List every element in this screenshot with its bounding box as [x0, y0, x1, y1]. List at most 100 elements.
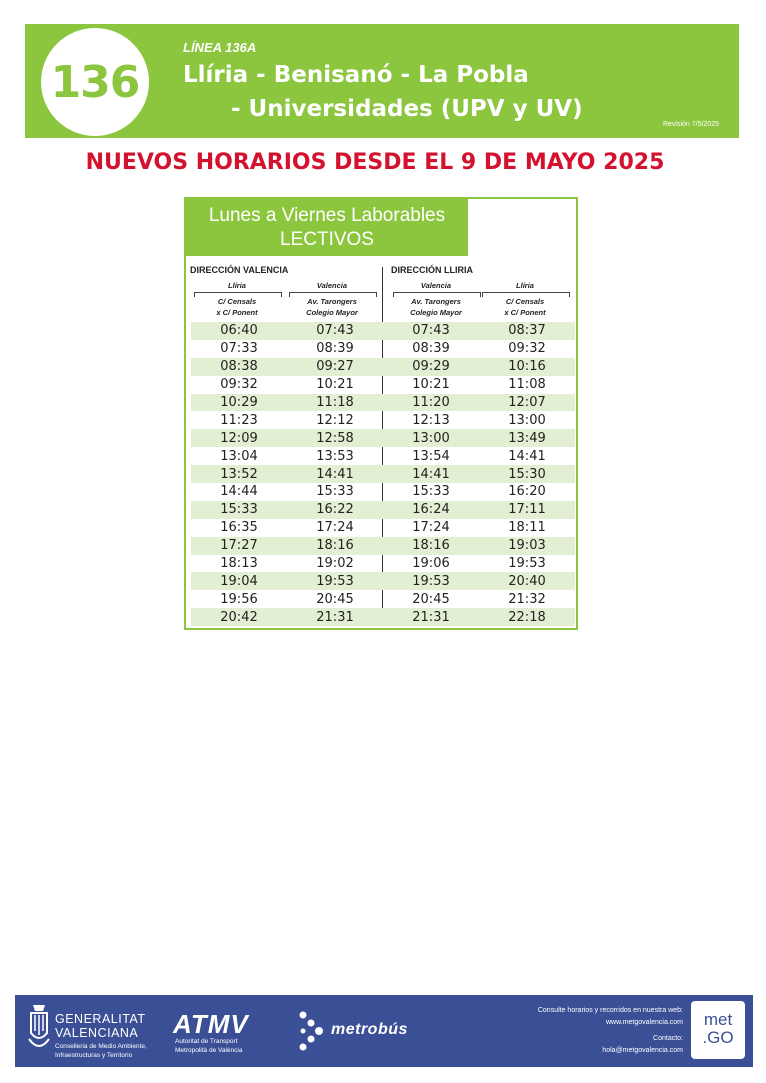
- departure-time: 08:38: [220, 359, 258, 375]
- departure-time: 13:54: [412, 448, 450, 464]
- departure-time: 13:52: [220, 466, 258, 482]
- contact-info: Consulte horarios y recorridos en nuestr…: [538, 1005, 683, 1057]
- timetable-row: 16:35 17:24 17:24 18:11: [191, 519, 575, 537]
- stop-name: x C/ Ponent: [504, 308, 546, 317]
- departure-time: 13:53: [316, 448, 354, 464]
- stop-name: Colegio Mayor: [306, 308, 358, 317]
- departure-time: 06:40: [220, 323, 258, 339]
- timetable-rows: 06:40 07:43 07:43 08:37 07:33 08:39 08:39 09:32…: [191, 322, 575, 627]
- departure-time: 13:04: [220, 448, 258, 464]
- departure-time: 10:21: [316, 377, 354, 393]
- generalitat-name: GENERALITAT: [55, 1012, 146, 1026]
- departure-time: 19:53: [508, 556, 546, 572]
- departure-time: 18:11: [508, 520, 546, 536]
- departure-time: 13:00: [412, 430, 450, 446]
- departure-time: 21:31: [412, 609, 450, 625]
- departure-time: 20:45: [412, 591, 450, 607]
- metgo-logo-text: .GO: [702, 1028, 734, 1047]
- departure-time: 13:49: [508, 430, 546, 446]
- column-stop: Av. Tarongers Colegio Mayor: [392, 296, 480, 318]
- direction-lliria-label: DIRECCIÓN LLIRIA: [391, 265, 473, 275]
- departure-time: 08:39: [316, 341, 354, 357]
- departure-time: 10:21: [412, 377, 450, 393]
- departure-time: 19:03: [508, 538, 546, 554]
- departure-time: 13:00: [508, 412, 546, 428]
- departure-time: 17:24: [316, 520, 354, 536]
- column-city: Valencia: [316, 281, 348, 290]
- departure-time: 17:27: [220, 538, 258, 554]
- timetable-row: 06:40 07:43 07:43 08:37: [191, 322, 575, 340]
- day-type-banner: Lunes a Viernes Laborables LECTIVOS: [186, 199, 468, 256]
- email-link[interactable]: hola@metgovalencia.com: [538, 1045, 683, 1057]
- timetable: Lunes a Viernes Laborables LECTIVOS DIRE…: [184, 197, 578, 630]
- departure-time: 09:27: [316, 359, 354, 375]
- departure-time: 21:31: [316, 609, 354, 625]
- departure-time: 11:23: [220, 412, 258, 428]
- column-stop: C/ Censals x C/ Ponent: [193, 296, 281, 318]
- departure-time: 19:53: [316, 573, 354, 589]
- departure-time: 12:13: [412, 412, 450, 428]
- departure-time: 18:16: [316, 538, 354, 554]
- departure-time: 15:33: [220, 502, 258, 518]
- departure-time: 14:41: [412, 466, 450, 482]
- timetable-row: 08:38 09:27 09:29 10:16: [191, 357, 575, 376]
- departure-time: 12:07: [508, 395, 546, 410]
- conselleria-name: Infraestructuras y Territorio: [55, 1052, 133, 1059]
- departure-time: 20:45: [316, 591, 354, 607]
- column-city: Valencia: [420, 281, 452, 290]
- timetable-row: 15:33 16:22 16:24 17:11: [191, 500, 575, 519]
- route-header: 136 LÍNEA 136A Llíria - Benisanó - La Po…: [25, 24, 739, 138]
- departure-time: 14:41: [316, 466, 354, 482]
- departure-time: 16:22: [316, 502, 354, 518]
- route-title-line2: - Universidades (UPV y UV): [231, 96, 583, 122]
- schedule-change-headline: NUEVOS HORARIOS DESDE EL 9 DE MAYO 2025: [85, 150, 665, 175]
- departure-time: 20:42: [220, 609, 258, 625]
- departure-time: 19:06: [412, 556, 450, 572]
- departure-time: 22:18: [508, 609, 546, 625]
- departure-time: 15:33: [316, 484, 354, 500]
- metrobus-dots-icon: [299, 1011, 323, 1051]
- stop-name: C/ Censals: [217, 297, 257, 306]
- departure-time: 18:16: [412, 538, 450, 554]
- departure-time: 12:12: [316, 412, 354, 428]
- direction-valencia-label: DIRECCIÓN VALENCIA: [190, 265, 289, 275]
- timetable-row: 07:33 08:39 08:39 09:32: [191, 340, 575, 358]
- departure-time: 17:24: [412, 520, 450, 536]
- stop-name: Colegio Mayor: [410, 308, 462, 317]
- route-number: 136: [50, 56, 141, 108]
- timetable-row: 09:32 10:21 10:21 11:08: [191, 376, 575, 394]
- stop-name: C/ Censals: [505, 297, 545, 306]
- line-label: LÍNEA 136A: [183, 40, 257, 55]
- departure-time: 20:40: [508, 573, 546, 589]
- route-number-badge: 136: [41, 28, 149, 136]
- departure-time: 18:13: [220, 556, 258, 572]
- column-stop: C/ Censals x C/ Ponent: [481, 296, 569, 318]
- departure-time: 11:20: [412, 395, 450, 410]
- timetable-row: 20:42 21:31 21:31 22:18: [191, 608, 575, 627]
- timetable-row: 13:04 13:53 13:54 14:41: [191, 447, 575, 465]
- departure-time: 11:18: [316, 395, 354, 410]
- column-stop: Av. Tarongers Colegio Mayor: [288, 296, 376, 318]
- metgo-logo: met .GO: [691, 1001, 745, 1059]
- contact-text: Contacto:: [653, 1035, 683, 1042]
- website-link[interactable]: www.metgovalencia.com: [538, 1017, 683, 1029]
- generalitat-crest-icon: [28, 1005, 50, 1047]
- timetable-row: 17:27 18:16 18:16 19:03: [191, 536, 575, 555]
- timetable-row: 19:04 19:53 19:53 20:40: [191, 572, 575, 591]
- timetable-row: 11:23 12:12 12:13 13:00: [191, 411, 575, 429]
- timetable-row: 14:44 15:33 15:33 16:20: [191, 483, 575, 501]
- departure-time: 07:33: [220, 341, 258, 357]
- departure-time: 15:33: [412, 484, 450, 500]
- timetable-row: 10:29 11:18 11:20 12:07: [191, 393, 575, 412]
- departure-time: 14:44: [220, 484, 258, 500]
- stop-name: x C/ Ponent: [216, 308, 258, 317]
- departure-time: 16:20: [508, 484, 546, 500]
- departure-time: 19:02: [316, 556, 354, 572]
- stop-name: Av. Tarongers: [411, 297, 461, 306]
- departure-time: 19:56: [220, 591, 258, 607]
- metgo-logo-text: met: [703, 1010, 733, 1029]
- atmv-subtitle: Metropolità de València: [175, 1047, 243, 1054]
- timetable-row: 13:52 14:41 14:41 15:30: [191, 465, 575, 484]
- departure-time: 12:09: [220, 430, 258, 446]
- departure-time: 09:32: [508, 341, 546, 357]
